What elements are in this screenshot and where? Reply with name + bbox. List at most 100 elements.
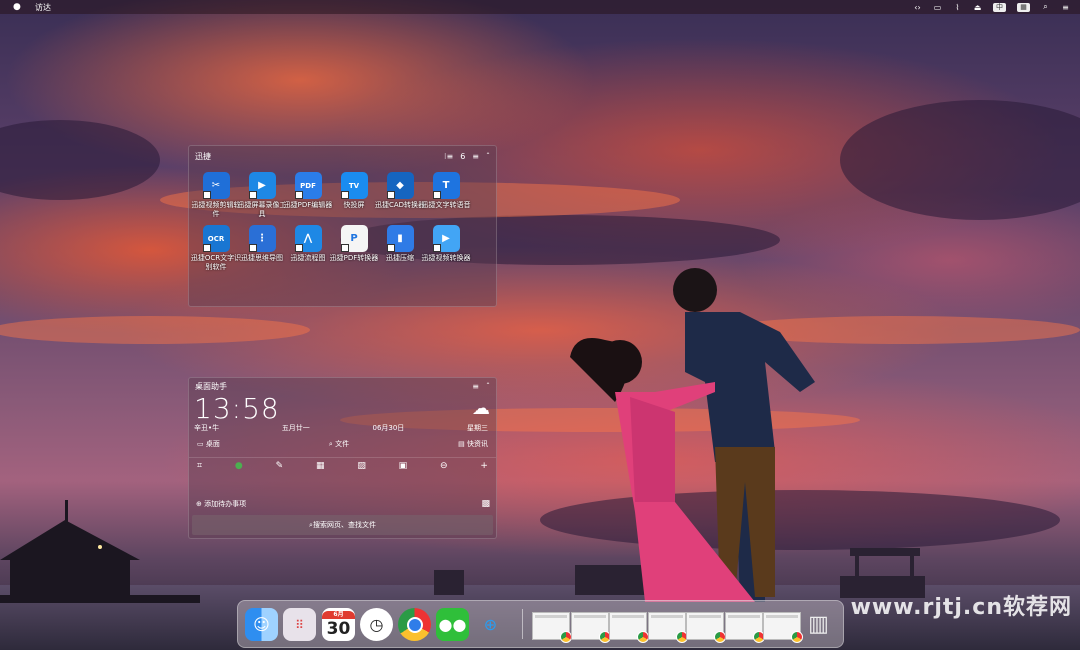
cast-screen-icon: TV — [340, 172, 368, 199]
boat — [434, 570, 464, 595]
add-todo-label: 添加待办事项 — [204, 500, 247, 508]
window-thumbnail[interactable] — [724, 612, 765, 643]
window-thumbnail[interactable] — [686, 612, 726, 643]
chat-icon[interactable]: ● — [235, 461, 243, 471]
screen-record-icon: ▶ — [248, 172, 276, 199]
app-shortcut[interactable]: PDF 迅捷PDF编辑器 — [283, 172, 333, 219]
calendar-icon[interactable]: 6月 30 — [322, 608, 355, 641]
add-icon[interactable]: + — [480, 461, 488, 471]
tool-row: ⌗ ● ✎ ▦ ▨ ▣ ⊖ + — [189, 457, 496, 471]
app-shortcut[interactable]: ▶ 迅捷屏幕录像工具 — [238, 172, 287, 219]
text-to-speech-icon: T — [432, 172, 460, 199]
mindmap-icon: ⋮ — [248, 225, 276, 252]
app-label: 迅捷OCR文字识别软件 — [190, 254, 242, 271]
date-row: 辛丑•牛 五月廿一 06月30日 星期三 — [194, 423, 488, 433]
app-label: 迅捷思维导图 — [241, 254, 283, 262]
eject-icon[interactable]: ⏏ — [973, 3, 982, 12]
pdf-editor-icon: PDF — [294, 172, 322, 199]
code-icon[interactable]: ‹› — [913, 3, 922, 12]
app-shortcut[interactable]: T 迅捷文字转语音 — [421, 172, 471, 219]
image-icon[interactable]: ▨ — [357, 461, 366, 471]
window-thumbnail[interactable] — [763, 612, 803, 643]
app-shortcut[interactable]: ▶ 迅捷视频转换器 — [421, 225, 471, 272]
app-shortcut[interactable]: P 迅捷PDF转换器 — [329, 225, 379, 272]
collapse-icon[interactable]: ˆ — [486, 152, 490, 161]
launchpad-icon[interactable]: ⠿ — [283, 608, 316, 641]
lunar-year: 辛丑•牛 — [194, 424, 220, 432]
video-converter-icon: ▶ — [432, 225, 460, 252]
app-shortcut[interactable]: OCR 迅捷OCR文字识别软件 — [190, 225, 242, 272]
app-shortcut[interactable]: ⋮ 迅捷思维导图 — [239, 225, 285, 272]
app-shortcut[interactable]: ✂ 迅捷视频剪辑软件 — [191, 172, 241, 219]
app-label: 迅捷PDF编辑器 — [283, 201, 333, 209]
app-label: 迅捷流程图 — [290, 254, 326, 262]
search-placeholder: 搜索网页、查找文件 — [312, 521, 376, 529]
qr-code-icon[interactable]: ▩ — [481, 499, 490, 509]
quick-links: ▭ 桌面 ⌕ 文件 ▤ 快资讯 — [189, 439, 496, 449]
menu-icon[interactable]: ≡ — [472, 382, 479, 391]
display-icon[interactable]: ▭ — [933, 3, 942, 12]
news-icon: ▤ — [458, 440, 467, 448]
app-shortcut[interactable]: TV 快投屏 — [331, 172, 377, 219]
wifi-off-icon[interactable]: ⌇ — [953, 3, 962, 12]
app-shortcut[interactable]: ▮ 迅捷压缩 — [377, 225, 423, 272]
quick-link-desktop[interactable]: ▭ 桌面 — [197, 439, 220, 449]
input-method-icon[interactable]: 中 — [993, 2, 1006, 12]
cloud-icon[interactable]: ☁ — [472, 398, 490, 419]
trash-icon[interactable]: ▥ — [802, 608, 835, 641]
menu-bar: ● 访达 ‹› ▭ ⌇ ⏏ 中 ▦ ⌕ ≡ — [0, 0, 1080, 14]
sort-icon[interactable]: ⁝≡ — [444, 152, 453, 161]
collapse-icon[interactable]: ˆ — [486, 382, 490, 391]
active-app-name[interactable]: 访达 — [35, 2, 51, 13]
dock-separator — [522, 609, 523, 639]
dock: ☺ ⠿ 6月 30 ◷ ●● ⊕ ▥ — [237, 600, 844, 648]
apple-icon[interactable]: ● — [13, 2, 23, 12]
app-label: 迅捷PDF转换器 — [329, 254, 379, 262]
calculator-icon[interactable]: ▦ — [316, 461, 325, 471]
app-grid: ✂ 迅捷视频剪辑软件 ▶ 迅捷屏幕录像工具 PDF 迅捷PDF编辑器 TV 快投屏 ◆ 迅捷CAD… — [189, 166, 496, 272]
video-edit-icon: ✂ — [202, 172, 230, 199]
window-thumbnail[interactable] — [532, 612, 572, 643]
clock-icon[interactable]: ◷ — [360, 608, 393, 641]
solar-date: 06月30日 — [372, 424, 405, 432]
menu-icon[interactable]: ≡ — [472, 152, 479, 161]
keyboard-icon[interactable]: ▦ — [1017, 2, 1030, 12]
app-shortcut[interactable]: ◆ 迅捷CAD转换器 — [374, 172, 426, 219]
app-label: 迅捷压缩 — [386, 254, 414, 262]
menu-icon[interactable]: ≡ — [1061, 3, 1070, 12]
finder-icon[interactable]: ☺ — [245, 608, 278, 641]
quick-link-news[interactable]: ▤ 快资讯 — [458, 439, 488, 449]
chrome-icon[interactable] — [398, 608, 431, 641]
pdf-converter-icon: P — [340, 225, 368, 252]
crop-icon[interactable]: ⌗ — [197, 461, 202, 471]
clock-icon[interactable]: ⊖ — [440, 461, 448, 471]
compress-icon: ▮ — [386, 225, 414, 252]
app-label: 迅捷视频转换器 — [421, 254, 471, 262]
quick-link-files[interactable]: ⌕ 文件 — [329, 439, 349, 449]
window-thumbnail[interactable] — [570, 612, 611, 643]
watermark: www.rjtj.cn软荐网 — [850, 595, 1072, 620]
app-label: 迅捷文字转语音 — [421, 201, 471, 209]
browser-icon[interactable]: ⊕ — [474, 608, 507, 641]
window-thumbnail[interactable] — [647, 612, 688, 643]
app-label: 迅捷视频剪辑软件 — [191, 201, 241, 218]
cad-converter-icon: ◆ — [386, 172, 414, 199]
weekday: 星期三 — [466, 424, 488, 432]
lock-icon[interactable]: ▣ — [399, 461, 408, 471]
note-icon[interactable]: ✎ — [276, 461, 284, 471]
app-label: 迅捷CAD转换器 — [374, 201, 426, 209]
widget-header: 迅捷 ⁝≡ 6 ≡ ˆ — [189, 146, 496, 166]
beach-hut — [0, 500, 200, 603]
couple-silhouette — [570, 268, 815, 602]
search-icon[interactable]: ⌕ — [1041, 2, 1050, 12]
menu-bar-status-icons: ‹› ▭ ⌇ ⏏ 中 ▦ ⌕ ≡ — [913, 0, 1070, 14]
app-shortcut[interactable]: ⋀ 迅捷流程图 — [285, 225, 331, 272]
window-thumbnail[interactable] — [609, 612, 649, 643]
add-todo-button[interactable]: ⊕ 添加待办事项 — [196, 499, 246, 509]
flowchart-icon: ⋀ — [294, 225, 322, 252]
wechat-icon[interactable]: ●● — [436, 608, 469, 641]
search-input[interactable]: ⌕ 搜索网页、查找文件 — [192, 515, 493, 535]
app-label: 快投屏 — [343, 201, 365, 209]
widget-title: 迅捷 — [195, 151, 211, 161]
widget-title: 桌面助手 — [195, 381, 227, 391]
